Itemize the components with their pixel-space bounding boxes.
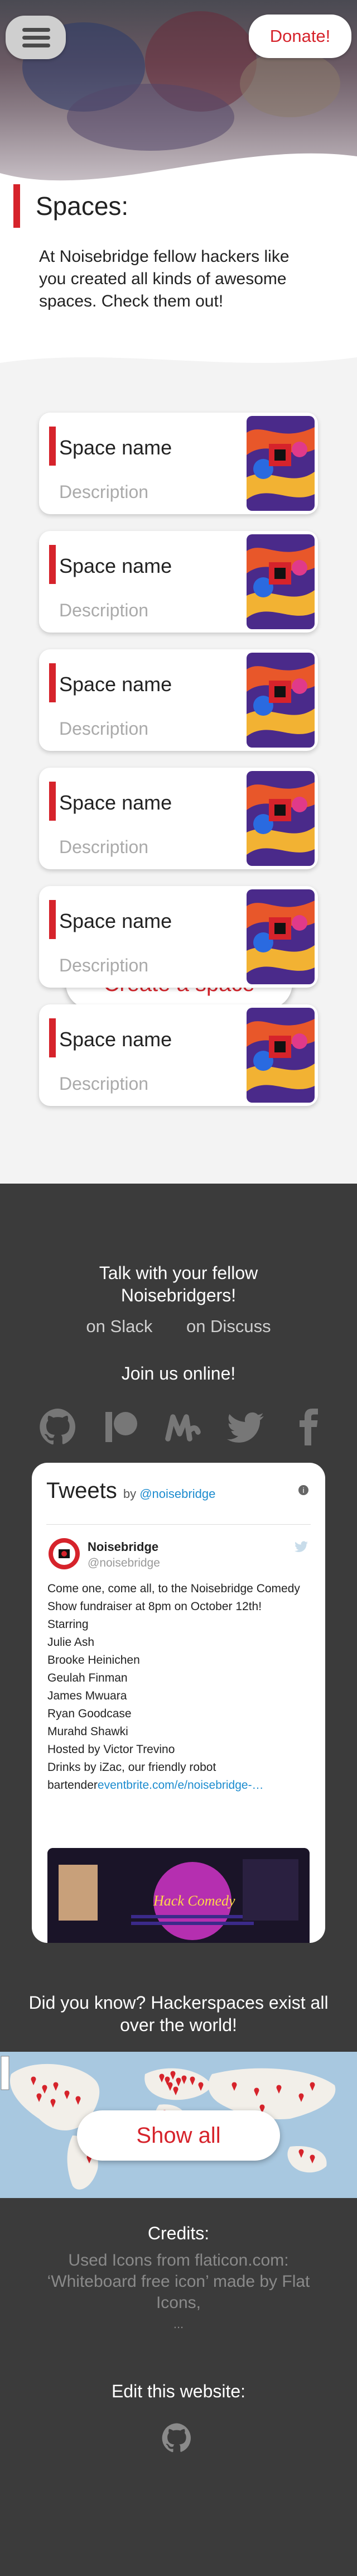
avatar[interactable] bbox=[49, 1538, 80, 1569]
tweet-line: Murahd Shawki bbox=[47, 1725, 128, 1738]
tweet-link[interactable]: eventbrite.com/e/noisebridge-… bbox=[98, 1779, 264, 1792]
tweet-text: Come one, come all, to the Noisebridge C… bbox=[47, 1580, 315, 1794]
space-thumbnail bbox=[247, 534, 315, 629]
space-description: Description bbox=[59, 955, 149, 975]
hamburger-icon bbox=[22, 28, 50, 32]
tweet-author-handle[interactable]: @noisebridge bbox=[88, 1557, 160, 1570]
card-accent-bar bbox=[49, 663, 56, 702]
card-accent-bar bbox=[49, 782, 56, 821]
tweet-line: Julie Ash bbox=[47, 1636, 95, 1649]
community-section: Talk with your fellow Noisebridgers! on … bbox=[0, 1184, 357, 2576]
card-accent-bar bbox=[49, 1018, 56, 1057]
space-description: Description bbox=[59, 837, 149, 857]
space-name: Space name bbox=[59, 1028, 172, 1051]
space-thumbnail bbox=[247, 771, 315, 866]
tweet-line: James Mwuara bbox=[47, 1689, 127, 1702]
section-accent-bar bbox=[13, 184, 20, 228]
tweet-line: Come one, come all, to the Noisebridge C… bbox=[47, 1582, 300, 1613]
space-card[interactable]: Space name Description bbox=[39, 1004, 318, 1106]
discuss-link[interactable]: on Discuss bbox=[186, 1316, 271, 1336]
meetup-icon[interactable] bbox=[163, 1407, 203, 1447]
tweet-line: Ryan Goodcase bbox=[47, 1707, 132, 1720]
space-card[interactable]: Space name Description bbox=[39, 649, 318, 751]
facebook-icon[interactable] bbox=[288, 1407, 328, 1447]
space-thumbnail bbox=[247, 653, 315, 748]
join-heading: Join us online! bbox=[121, 1363, 236, 1383]
space-description: Description bbox=[59, 1074, 149, 1094]
space-card[interactable]: Space name Description bbox=[39, 768, 318, 869]
menu-button[interactable] bbox=[6, 16, 66, 59]
spaces-intro: At Noisebridge fellow hackers like you c… bbox=[39, 247, 290, 310]
hero-wave bbox=[0, 153, 357, 184]
space-description: Description bbox=[59, 600, 149, 620]
github-icon[interactable] bbox=[161, 2422, 193, 2454]
tweet-author-name[interactable]: Noisebridge bbox=[88, 1540, 158, 1554]
info-icon[interactable]: i bbox=[298, 1485, 308, 1495]
card-accent-bar bbox=[49, 900, 56, 939]
patreon-icon[interactable] bbox=[100, 1407, 141, 1447]
tweet-image[interactable]: Hack Comedy bbox=[47, 1848, 310, 1943]
twitter-icon[interactable] bbox=[225, 1407, 266, 1447]
space-card[interactable]: Space name Description bbox=[39, 531, 318, 633]
space-description: Description bbox=[59, 482, 149, 502]
space-thumbnail bbox=[247, 416, 315, 511]
card-accent-bar bbox=[49, 545, 56, 584]
edit-heading: Edit this website: bbox=[111, 2381, 246, 2401]
donate-button[interactable]: Donate! bbox=[249, 15, 351, 58]
tweets-handle-link[interactable]: @noisebridge bbox=[139, 1487, 215, 1501]
social-links bbox=[38, 1407, 328, 1447]
space-thumbnail bbox=[247, 889, 315, 984]
twitter-bird-icon[interactable] bbox=[294, 1541, 308, 1553]
tweets-widget: Tweets by @noisebridge i Noisebridge @no… bbox=[32, 1463, 325, 1943]
space-name: Space name bbox=[59, 673, 172, 696]
tweet-line: Geulah Finman bbox=[47, 1672, 128, 1684]
credits-text: Used Icons from flaticon.com: ‘Whiteboar… bbox=[47, 2251, 310, 2331]
tweet-image-title: Hack Comedy bbox=[153, 1893, 235, 1909]
tweet-line: Drinks by iZac, our friendly robot bbox=[47, 1761, 216, 1774]
tweet-line: Brooke Heinichen bbox=[47, 1654, 140, 1667]
hackerspaces-heading: Did you know? Hackerspaces exist all ove… bbox=[28, 1993, 329, 2035]
tweet-link-line: bartendereventbrite.com/e/noisebridge-… bbox=[47, 1779, 264, 1792]
space-name: Space name bbox=[59, 436, 172, 459]
space-name: Space name bbox=[59, 554, 172, 577]
show-all-button[interactable]: Show all bbox=[77, 2110, 280, 2161]
tweet-line: Hosted by Victor Trevino bbox=[47, 1743, 175, 1756]
space-name: Space name bbox=[59, 791, 172, 814]
tweet-line: Starring bbox=[47, 1618, 89, 1631]
space-card[interactable]: Space name Description bbox=[39, 886, 318, 988]
spaces-title: Spaces: bbox=[36, 191, 129, 221]
space-name: Space name bbox=[59, 909, 172, 932]
space-description: Description bbox=[59, 719, 149, 739]
chat-links: on Slack on Discuss bbox=[0, 1316, 357, 1337]
card-accent-bar bbox=[49, 427, 56, 466]
github-icon[interactable] bbox=[38, 1407, 78, 1447]
talk-heading: Talk with your fellow Noisebridgers! bbox=[99, 1263, 258, 1305]
tweets-heading: Tweets by @noisebridge bbox=[46, 1478, 216, 1503]
slack-link[interactable]: on Slack bbox=[86, 1316, 152, 1336]
credits-heading: Credits: bbox=[147, 2223, 210, 2243]
space-thumbnail bbox=[247, 1008, 315, 1103]
space-card[interactable]: Space name Description bbox=[39, 413, 318, 514]
